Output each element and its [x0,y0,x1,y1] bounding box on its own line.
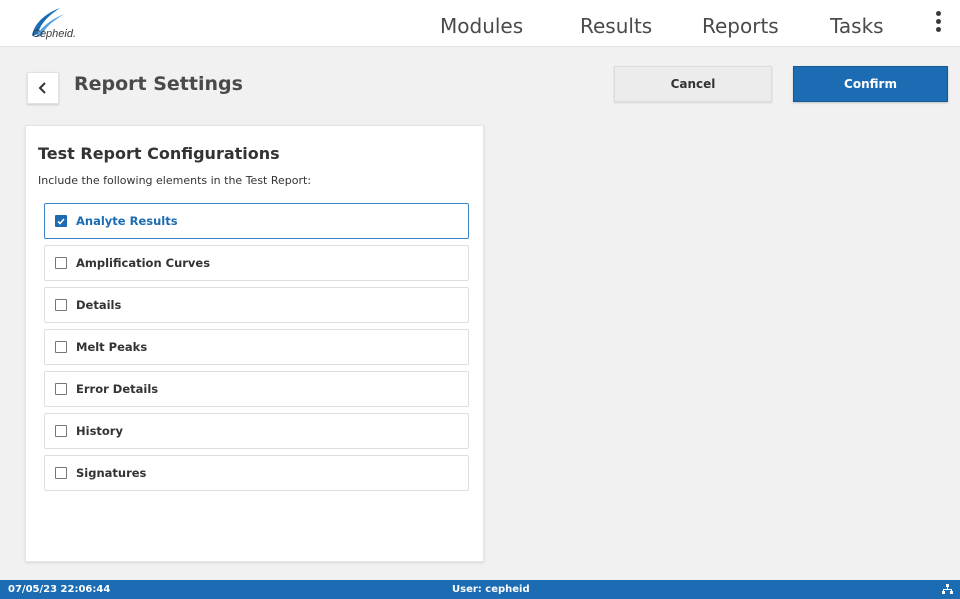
test-report-config-panel: Test Report Configurations Include the f… [25,125,484,562]
option-label: Signatures [76,466,147,480]
option-label: Melt Peaks [76,340,148,354]
checkbox-icon[interactable] [55,467,67,479]
option-label: History [76,424,123,438]
cancel-button[interactable]: Cancel [614,66,772,102]
checkbox-icon[interactable] [55,341,67,353]
status-bar: 07/05/23 22:06:44 User: cepheid [0,580,960,599]
option-details[interactable]: Details [44,287,469,323]
checkbox-icon[interactable] [55,257,67,269]
option-analyte-results[interactable]: Analyte Results [44,203,469,239]
option-label: Details [76,298,122,312]
checkbox-checked-icon[interactable] [55,215,67,227]
logo-text: Cepheid. [32,28,77,40]
nav-reports[interactable]: Reports [702,14,779,38]
option-error-details[interactable]: Error Details [44,371,469,407]
option-melt-peaks[interactable]: Melt Peaks [44,329,469,365]
confirm-button[interactable]: Confirm [793,66,948,102]
panel-subtitle: Include the following elements in the Te… [38,174,312,187]
kebab-menu-icon[interactable] [930,8,946,38]
option-label: Analyte Results [76,214,178,228]
option-signatures[interactable]: Signatures [44,455,469,491]
checkbox-icon[interactable] [55,299,67,311]
status-user: User: cepheid [452,584,530,595]
status-datetime: 07/05/23 22:06:44 [8,584,111,595]
option-label: Amplification Curves [76,256,211,270]
panel-title: Test Report Configurations [38,144,280,163]
option-label: Error Details [76,382,159,396]
nav-results[interactable]: Results [580,14,652,38]
page-title: Report Settings [74,73,243,95]
checkbox-icon[interactable] [55,383,67,395]
nav-tasks[interactable]: Tasks [830,14,884,38]
nav-modules[interactable]: Modules [440,14,523,38]
network-icon [942,584,953,594]
option-amplification-curves[interactable]: Amplification Curves [44,245,469,281]
option-history[interactable]: History [44,413,469,449]
chevron-left-icon [38,82,46,94]
checkbox-icon[interactable] [55,425,67,437]
top-nav-bar: Cepheid. Modules Results Reports Tasks [0,0,960,47]
back-button[interactable] [27,72,59,104]
